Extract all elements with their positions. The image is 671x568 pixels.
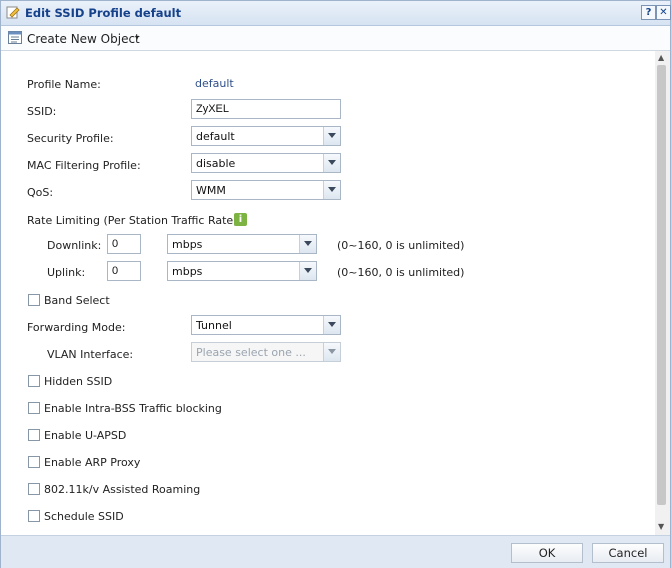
mac-filtering-value: disable [196, 157, 236, 170]
profile-name-value: default [195, 77, 234, 90]
downlink-unit-value: mbps [172, 238, 203, 251]
forwarding-mode-label: Forwarding Mode: [27, 321, 126, 334]
edit-pencil-icon [6, 5, 20, 19]
u-apsd-label: Enable U-APSD [44, 429, 127, 442]
schedule-ssid-checkbox[interactable] [28, 510, 40, 522]
schedule-ssid-label: Schedule SSID [44, 510, 124, 523]
downlink-hint: (0~160, 0 is unlimited) [337, 239, 465, 252]
scrollbar-thumb[interactable] [657, 65, 666, 505]
arp-proxy-checkbox[interactable] [28, 456, 40, 468]
ssid-label: SSID: [27, 105, 57, 118]
form-content: Profile Name: default SSID: Security Pro… [1, 51, 655, 535]
qos-label: QoS: [27, 186, 54, 199]
info-icon[interactable]: i [234, 213, 247, 226]
uplink-hint: (0~160, 0 is unlimited) [337, 266, 465, 279]
hidden-ssid-checkbox[interactable] [28, 375, 40, 387]
mac-filtering-label: MAC Filtering Profile: [27, 159, 141, 172]
downlink-label: Downlink: [47, 239, 102, 252]
edit-ssid-profile-dialog: Edit SSID Profile default ? ✕ Create New… [0, 0, 671, 568]
intra-bss-checkbox[interactable] [28, 402, 40, 414]
vlan-interface-select[interactable]: Please select one ... [191, 342, 341, 362]
dialog-titlebar[interactable]: Edit SSID Profile default ? ✕ [1, 1, 671, 26]
dialog-footer: OK Cancel [1, 535, 670, 568]
qos-select[interactable]: WMM [191, 180, 341, 200]
arp-proxy-label: Enable ARP Proxy [44, 456, 141, 469]
chevron-down-icon [323, 343, 340, 361]
chevron-down-icon [323, 154, 340, 172]
chevron-down-icon [323, 127, 340, 145]
toolbar: Create New Object ▾ [1, 26, 670, 51]
u-apsd-checkbox[interactable] [28, 429, 40, 441]
rate-limiting-label: Rate Limiting (Per Station Traffic Rate) [27, 214, 238, 227]
ok-button[interactable]: OK [511, 543, 583, 563]
security-profile-label: Security Profile: [27, 132, 114, 145]
downlink-input[interactable] [107, 234, 141, 254]
security-profile-select[interactable]: default [191, 126, 341, 146]
uplink-input[interactable] [107, 261, 141, 281]
downlink-unit-select[interactable]: mbps [167, 234, 317, 254]
cancel-button[interactable]: Cancel [592, 543, 664, 563]
forwarding-mode-value: Tunnel [196, 319, 232, 332]
ssid-input[interactable] [191, 99, 341, 119]
create-new-object-button[interactable]: Create New Object [27, 32, 140, 46]
scroll-down-icon[interactable]: ▼ [658, 522, 664, 531]
band-select-checkbox[interactable] [28, 294, 40, 306]
vlan-interface-placeholder: Please select one ... [196, 346, 306, 359]
mac-filtering-select[interactable]: disable [191, 153, 341, 173]
security-profile-value: default [196, 130, 235, 143]
help-button[interactable]: ? [641, 5, 656, 20]
create-object-icon [8, 31, 22, 44]
close-button[interactable]: ✕ [656, 5, 671, 20]
vlan-interface-label: VLAN Interface: [47, 348, 134, 361]
dialog-title: Edit SSID Profile default [25, 6, 182, 20]
band-select-label: Band Select [44, 294, 110, 307]
chevron-down-icon[interactable]: ▾ [135, 33, 139, 42]
chevron-down-icon [323, 316, 340, 334]
scroll-up-icon[interactable]: ▲ [658, 53, 664, 62]
forwarding-mode-select[interactable]: Tunnel [191, 315, 341, 335]
intra-bss-label: Enable Intra-BSS Traffic blocking [44, 402, 222, 415]
roaming-checkbox[interactable] [28, 483, 40, 495]
hidden-ssid-label: Hidden SSID [44, 375, 113, 388]
chevron-down-icon [323, 181, 340, 199]
chevron-down-icon [299, 262, 316, 280]
uplink-unit-value: mbps [172, 265, 203, 278]
chevron-down-icon [299, 235, 316, 253]
uplink-unit-select[interactable]: mbps [167, 261, 317, 281]
profile-name-label: Profile Name: [27, 78, 101, 91]
qos-value: WMM [196, 184, 226, 197]
uplink-label: Uplink: [47, 266, 86, 279]
vertical-scrollbar[interactable]: ▲ ▼ [655, 51, 670, 535]
roaming-label: 802.11k/v Assisted Roaming [44, 483, 201, 496]
